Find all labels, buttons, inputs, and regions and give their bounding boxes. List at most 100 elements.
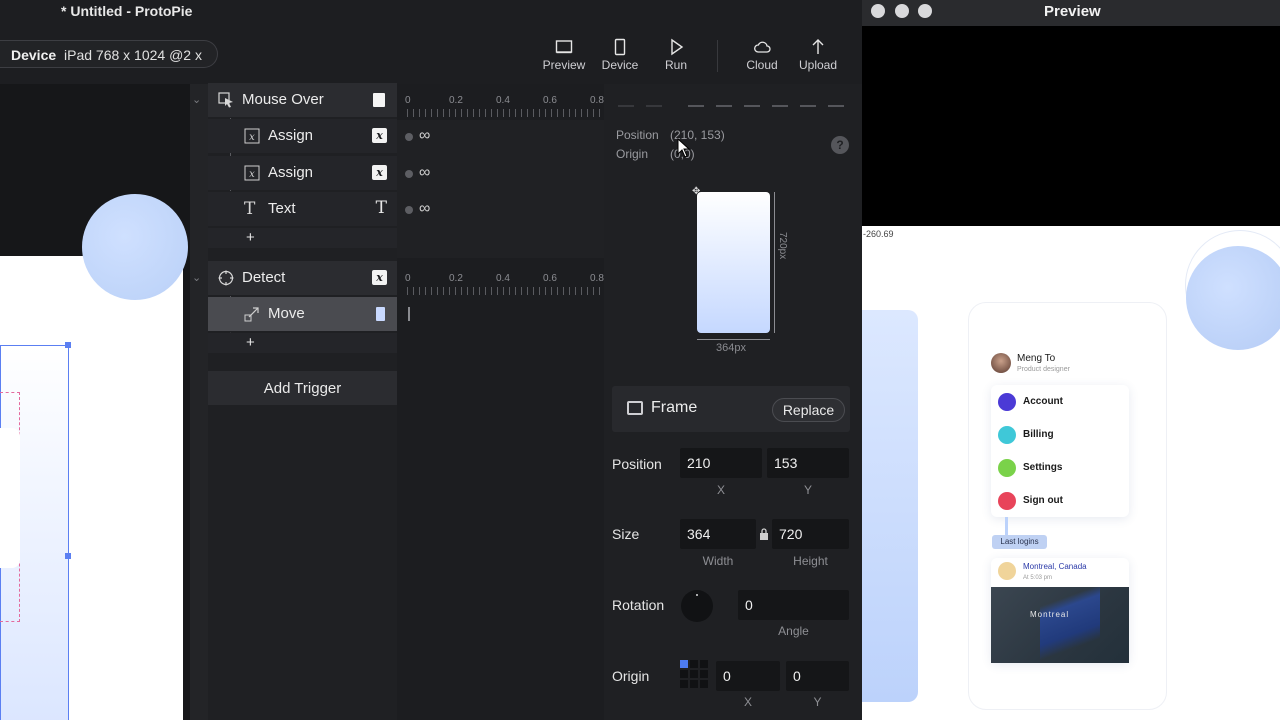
toolbar-divider [717,40,718,72]
keyframe-dot[interactable] [405,170,413,178]
mouse-over-icon [218,92,233,108]
distribute-vertical-icon[interactable] [646,93,662,107]
height-guide-label: 720px [777,232,788,260]
chevron-down-icon[interactable]: ⌄ [192,93,201,106]
response-row-move[interactable]: Move [208,297,397,331]
response-row-assign[interactable]: x Assign x [208,156,397,190]
anchor-cell[interactable] [690,670,698,678]
replace-button[interactable]: Replace [772,398,845,422]
add-trigger-button[interactable]: Add Trigger [208,371,397,405]
anchor-cell[interactable] [680,680,688,688]
arrow-up-icon [812,39,824,54]
align-middle-icon[interactable] [800,93,816,107]
align-bottom-icon[interactable] [828,93,844,107]
keyframe-dot[interactable] [405,133,413,141]
replace-label: Replace [782,402,835,418]
response-row-assign[interactable]: x Assign x [208,119,397,153]
device-label: Device [601,58,639,72]
canvas-circle-layer[interactable] [82,194,188,300]
run-button[interactable]: Run [648,38,704,78]
variable-icon: x [372,270,387,285]
preview-title: Preview [1044,3,1101,20]
align-center-icon[interactable] [716,93,732,107]
anchor-cell[interactable] [700,670,708,678]
position-x-field[interactable]: 210 [680,448,762,478]
preview-blue-panel [862,310,918,702]
mouse-cursor-icon [677,138,691,158]
variable-icon: x [372,165,387,180]
tick-label: 0 [405,95,411,106]
menu-item-billing[interactable]: Billing [1023,429,1054,440]
summary-position-label: Position [616,128,659,142]
size-label: Size [612,526,640,542]
align-top-icon[interactable] [772,93,788,107]
menu-item-account[interactable]: Account [1023,396,1063,407]
align-toolbar [604,84,862,118]
window-minimize-button[interactable] [895,4,909,18]
position-y-field[interactable]: 153 [767,448,849,478]
angle-caption: Angle [778,624,809,638]
chevron-down-icon[interactable]: ⌄ [192,271,201,284]
window-zoom-button[interactable] [918,4,932,18]
resize-handle[interactable] [65,553,71,559]
origin-y-caption: Y [813,695,822,709]
phone-icon [614,38,626,56]
add-response-button[interactable]: + [246,334,255,351]
response-label: Text [268,200,296,217]
window-close-button[interactable] [871,4,885,18]
position-y-caption: Y [803,483,812,497]
preview-button[interactable]: Preview [536,38,592,78]
upload-button[interactable]: Upload [790,38,846,78]
duration-bar[interactable] [408,307,410,321]
position-y-value: 153 [774,455,798,471]
origin-anchor-grid[interactable] [680,660,710,690]
device-button[interactable]: Device [592,38,648,78]
resize-handle[interactable] [65,342,71,348]
canvas-card-layer[interactable] [0,428,20,568]
upload-label: Upload [798,58,838,72]
tick-label: 0.8 [590,95,604,106]
infinity-icon: ∞ [419,200,431,217]
response-row-text[interactable]: T Text T [208,192,397,226]
cloud-button[interactable]: Cloud [734,38,790,78]
response-label: Assign [268,164,314,181]
angle-field[interactable]: 0 [738,590,849,620]
add-response-button[interactable]: + [246,229,255,246]
avatar [991,353,1011,373]
help-icon[interactable]: ? [831,136,849,154]
trigger-row-detect[interactable]: Detect x [208,261,397,295]
anchor-cell[interactable] [680,670,688,678]
anchor-cell[interactable] [700,660,708,668]
preview-circle-shape [1186,246,1280,350]
width-field[interactable]: 364 [680,519,756,549]
tick-label: 0.2 [449,273,463,284]
add-trigger-label: Add Trigger [263,380,342,397]
origin-y-field[interactable]: 0 [786,661,849,691]
timeline-ruler[interactable]: 0 0.2 0.4 0.6 0.8 [405,273,604,297]
ruler-ticks [407,109,603,117]
lock-icon[interactable] [759,528,769,540]
device-selector[interactable]: Device iPad 768 x 1024 @2 x [0,40,218,68]
align-right-icon[interactable] [744,93,760,107]
assign-icon: x [244,128,260,144]
keyframe-dot[interactable] [405,206,413,214]
login-city: Montreal, Canada [1023,562,1087,571]
last-logins-label: Last logins [1000,537,1039,546]
anchor-cell[interactable] [700,680,708,688]
tick-label: 0.2 [449,95,463,106]
menu-item-sign-out[interactable]: Sign out [1023,495,1063,506]
align-left-icon[interactable] [688,93,704,107]
height-field[interactable]: 720 [772,519,849,549]
timeline-ruler[interactable]: 0 0.2 0.4 0.6 0.8 [405,95,604,119]
tick-label: 0.6 [543,273,557,284]
trigger-row-mouse-over[interactable]: Mouse Over [208,83,397,117]
anchor-cell[interactable] [690,680,698,688]
anchor-cell-selected[interactable] [680,660,688,668]
distribute-horizontal-icon[interactable] [618,93,634,107]
origin-x-field[interactable]: 0 [716,661,780,691]
anchor-cell[interactable] [690,660,698,668]
map-river [1040,587,1100,663]
last-logins-chip: Last logins [992,535,1047,549]
menu-item-settings[interactable]: Settings [1023,462,1062,473]
preview-label: Preview [542,58,586,72]
